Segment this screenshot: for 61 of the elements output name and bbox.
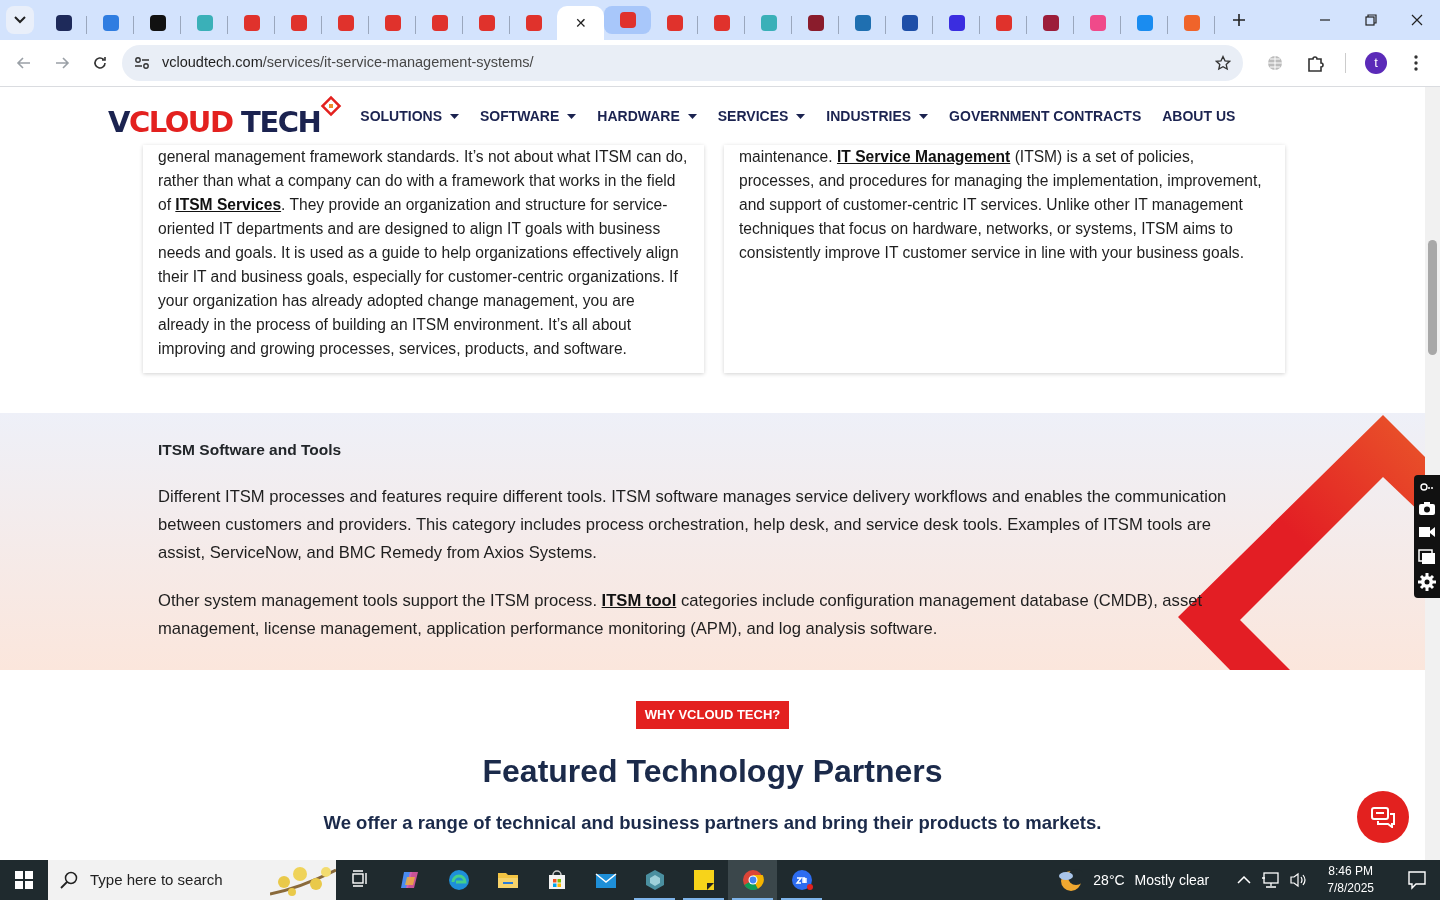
site-settings-icon	[134, 56, 150, 70]
menu-dots-icon	[1414, 55, 1418, 71]
back-icon	[16, 55, 32, 71]
windows-stack-icon[interactable]	[1418, 548, 1436, 565]
plus-icon	[1232, 13, 1246, 27]
notification-icon	[1407, 870, 1427, 890]
section-label: WHY VCLOUD TECH?	[635, 701, 790, 729]
moon-cloud-icon	[1057, 868, 1084, 892]
close-icon	[1410, 13, 1424, 27]
star-icon[interactable]	[1215, 55, 1231, 71]
taskbar-search-field[interactable]: Type here to search	[88, 867, 258, 893]
copilot-icon	[398, 869, 421, 891]
settings-icon[interactable]	[1418, 572, 1436, 591]
chat-bubbles-icon	[1370, 806, 1396, 828]
camera-icon[interactable]	[1418, 500, 1436, 517]
forward-icon	[54, 55, 70, 71]
nav-link[interactable]: ABOUT US	[1162, 105, 1236, 127]
scrollbar-thumb[interactable]	[1428, 240, 1437, 355]
paragraph: general management framework standards. It’s not about what ITSM can do, rather than what a company can do with a framework that works in the field of ITSM Services. They provide an organization and structure for service-oriented IT departments and are designed to align IT goals with business needs and goals. It is used as a guide to help organizations effectively align their IT and business goals, especially for customer-centric organizations. If your organization has already adopted change management, you are already in the process of building an ITSM environment. It’s all about improving and growing processes, services, products, and software.	[158, 147, 689, 359]
paragraph: Different ITSM processes and features require different tools. ITSM software manages service delivery workflows and enables the communication between customers and providers. This category includes process orchestration, help desk, and service desk tools. Examples of ITSM tools are assist, ServiceNow, and BMC Remedy from Axios Systems.	[158, 485, 1228, 564]
diamond-logo-icon	[320, 95, 343, 117]
temperature-text: 28°C	[1093, 870, 1125, 890]
nav-link[interactable]: SOLUTIONS	[360, 105, 459, 127]
nav-link[interactable]: SERVICES	[717, 105, 806, 127]
volume-icon[interactable]	[1289, 872, 1308, 888]
partners-subheading: We offer a range of technical and business partners and bring their products to markets.	[323, 810, 1102, 835]
chevron-up-icon[interactable]	[1237, 876, 1252, 884]
nav-link[interactable]: INDUSTRIES	[826, 105, 929, 127]
hexagon-app-icon	[643, 869, 666, 891]
reload-icon	[92, 55, 108, 71]
section-heading: ITSM Software and Tools	[158, 441, 343, 460]
network-icon[interactable]	[1261, 872, 1280, 888]
clock-time[interactable]: 8:46 PM	[1327, 863, 1374, 880]
restore-icon	[1364, 13, 1378, 27]
nav-link[interactable]: HARDWARE	[597, 105, 697, 127]
chevron-down-icon	[14, 16, 26, 24]
text-link[interactable]: ITSM tool	[601, 590, 677, 610]
globe-icon	[1267, 55, 1283, 71]
nav-link[interactable]: GOVERNMENT CONTRACTS	[949, 105, 1142, 127]
paragraph: maintenance. IT Service Management (ITSM) is a set of policies, processes, and procedures for managing the implementation, improvement, and support of customer-centric IT services. Unlike other IT management techniques that focus on hardware, networks, or systems, ITSM aims to consistently improve IT customer service in line with your business goals.	[739, 147, 1263, 263]
chat-button[interactable]	[1357, 791, 1409, 843]
edge-icon	[447, 869, 470, 891]
partners-heading: Featured Technology Partners	[481, 751, 944, 791]
puzzle-icon	[1306, 54, 1324, 72]
taskbar-search-box[interactable]: Type here to search	[48, 860, 336, 900]
browser-tab[interactable]: ✕	[557, 6, 604, 40]
link-icon[interactable]	[1419, 482, 1435, 493]
chrome-icon	[741, 869, 764, 891]
close-tab-button[interactable]: ✕	[570, 12, 591, 34]
clock-date[interactable]: 7/8/2025	[1327, 880, 1374, 897]
sticky-note-icon	[692, 869, 715, 891]
weather-text: Mostly clear	[1134, 870, 1210, 890]
tab-search-button[interactable]	[6, 6, 34, 34]
address-bar[interactable]: vcloudtech.com/services/it-service-management-systems/	[122, 45, 1243, 81]
site-logo[interactable]: VCLOUD TECH	[108, 95, 343, 137]
search-icon	[60, 871, 78, 889]
text-link[interactable]: IT Service Management	[836, 148, 1011, 165]
windows-logo-icon	[15, 871, 33, 889]
nav-link[interactable]: SOFTWARE	[479, 105, 577, 127]
url-text: vcloudtech.com/services/it-service-management-systems/	[162, 54, 534, 71]
zoom-app-icon	[790, 869, 813, 891]
